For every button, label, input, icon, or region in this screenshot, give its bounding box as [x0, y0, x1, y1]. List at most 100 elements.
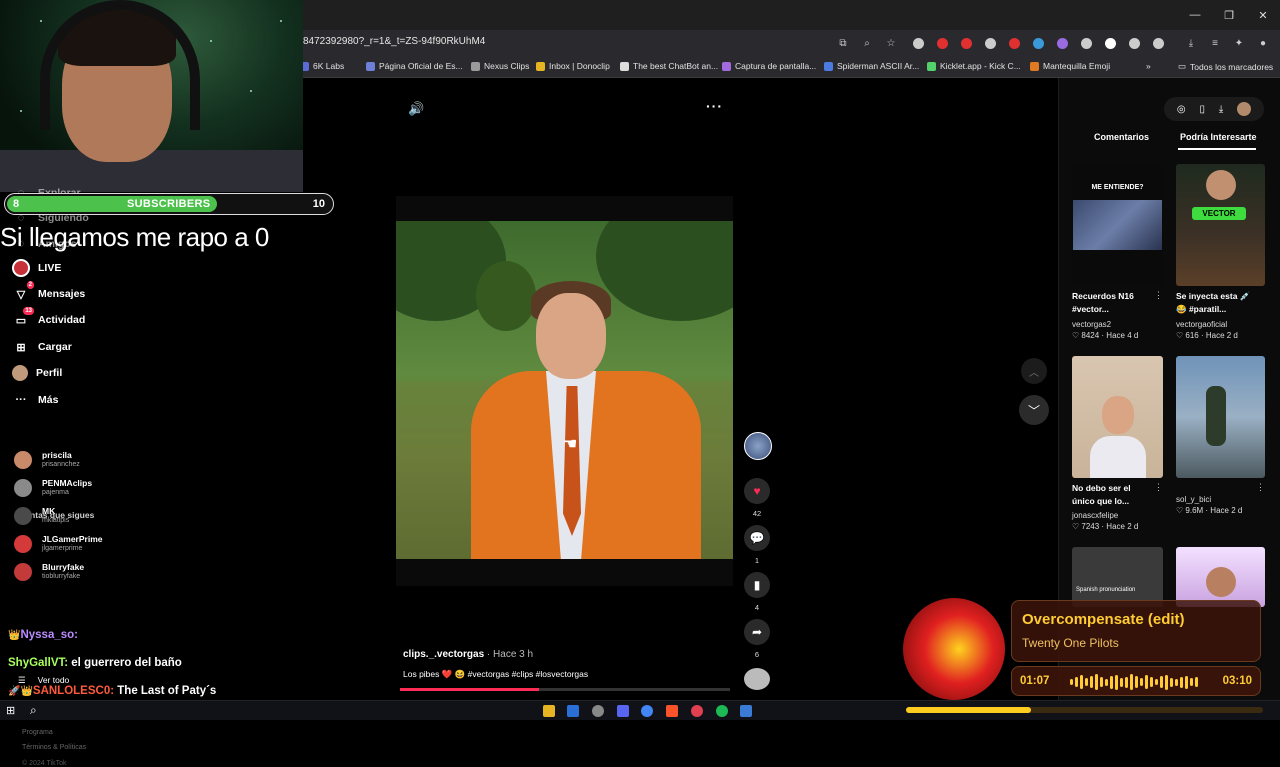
profile-icon[interactable]: ●: [1254, 34, 1272, 52]
bookmark-item[interactable]: Captura de pantalla...: [722, 61, 816, 71]
restore-icon[interactable]: ❐: [1212, 0, 1246, 30]
bookmark-item[interactable]: Spiderman ASCII Ar...: [824, 61, 919, 71]
all-bookmarks[interactable]: ▭ Todos los marcadores: [1178, 61, 1273, 72]
rec-video-3-more-icon[interactable]: ⋮: [1154, 482, 1163, 493]
steam-icon[interactable]: [567, 705, 579, 717]
rec-video-2-user[interactable]: vectorgaoficial: [1176, 320, 1227, 329]
bookmark-item[interactable]: Mantequilla Emoji: [1030, 61, 1110, 71]
extension-icon[interactable]: [1004, 34, 1025, 52]
following-account[interactable]: JLGamerPrime jlgamerprime: [14, 534, 102, 553]
bookmark-item[interactable]: 6K Labs: [300, 61, 344, 71]
save-button[interactable]: ▮: [744, 572, 770, 598]
chevron-up-icon: ︿: [1029, 367, 1039, 379]
discord-icon[interactable]: [617, 705, 629, 717]
rec-video-4-more-icon[interactable]: ⋮: [1256, 482, 1265, 493]
sidebar-item-mensajes[interactable]: ▽ 2 Mensajes: [12, 281, 85, 303]
rec-video-2-title[interactable]: Se inyecta esta 💉 😂 #paratil...: [1176, 290, 1260, 316]
media-icon[interactable]: [691, 705, 703, 717]
rec-video-3-thumbnail[interactable]: [1072, 356, 1163, 478]
rec-video-3-title[interactable]: No debo ser el único que lo...: [1072, 482, 1152, 508]
puzzle-icon[interactable]: [1148, 34, 1169, 52]
waveform-bar: [1175, 678, 1178, 686]
spotify-icon[interactable]: [716, 705, 728, 717]
account-handle: tioblurryfake: [42, 573, 81, 580]
following-account[interactable]: Blurryfake tioblurryfake: [14, 562, 84, 581]
music-disc[interactable]: [744, 668, 770, 690]
minimize-icon[interactable]: —: [1178, 0, 1212, 30]
extension-icon[interactable]: [932, 34, 953, 52]
footer-terms[interactable]: Términos & Políticas: [22, 744, 86, 751]
bookmarks-overflow-icon[interactable]: »: [1146, 61, 1151, 71]
rec-video-2-thumbnail[interactable]: VECTOR: [1176, 164, 1265, 286]
compass-icon[interactable]: ◎: [1177, 104, 1186, 115]
extension-icon[interactable]: [1028, 34, 1049, 52]
rec-video-4-thumbnail[interactable]: [1176, 356, 1265, 478]
following-account[interactable]: priscila prisannchez: [14, 450, 80, 469]
app-icon[interactable]: [592, 705, 604, 717]
bookmark-star-icon[interactable]: ☆: [882, 34, 900, 52]
adblock-icon[interactable]: [956, 34, 977, 52]
footer-program[interactable]: Programa: [22, 729, 53, 736]
video-progress[interactable]: [400, 688, 730, 691]
rec-video-1-more-icon[interactable]: ⋮: [1154, 290, 1163, 301]
rec-video-1-title[interactable]: Recuerdos N16 #vector...: [1072, 290, 1152, 316]
chrome-icon[interactable]: [641, 705, 653, 717]
sidebar-item-más[interactable]: ··· Más: [12, 391, 59, 409]
author-avatar[interactable]: [744, 432, 772, 460]
bookmark-item[interactable]: Inbox | Donoclip: [536, 61, 610, 71]
following-account[interactable]: MK mkiatipis: [14, 506, 69, 525]
all-bookmarks-label: Todos los marcadores: [1190, 61, 1274, 72]
sidebar-item-cargar[interactable]: ⊞ Cargar: [12, 338, 71, 356]
more-options-icon[interactable]: ···: [706, 98, 723, 114]
tab-comments[interactable]: Comentarios: [1094, 132, 1149, 142]
following-account[interactable]: PENMAclips pajenma: [14, 478, 92, 497]
like-button[interactable]: ♥: [744, 478, 770, 504]
extension-icon[interactable]: [1100, 34, 1121, 52]
extension-icon[interactable]: [1052, 34, 1073, 52]
next-video-button[interactable]: ﹀: [1019, 395, 1049, 425]
puzzle-icon[interactable]: ✦: [1230, 34, 1248, 52]
phone-icon[interactable]: ▯: [1199, 104, 1205, 115]
thumb-badge: VECTOR: [1192, 207, 1246, 220]
video-author[interactable]: clips._.vectorgas · Hace 3 h: [403, 649, 533, 660]
bookmark-favicon-icon: [824, 61, 833, 71]
bookmark-item[interactable]: Nexus Clips: [471, 61, 529, 71]
download-icon[interactable]: ⤓: [1219, 104, 1223, 115]
rec-video-3-user[interactable]: jonascxfelipe: [1072, 511, 1118, 520]
volume-icon[interactable]: 🔊: [408, 101, 424, 117]
comment-button[interactable]: 💬: [744, 525, 770, 551]
extension-icon[interactable]: [980, 34, 1001, 52]
sidebar-item-live[interactable]: LIVE: [12, 259, 61, 277]
install-app-icon[interactable]: ⧉: [834, 34, 852, 52]
download-icon[interactable]: ⤓: [1182, 34, 1200, 52]
address-bar[interactable]: 8472392980?_r=1&_t=ZS-94f90RkUhM4: [303, 36, 485, 47]
brave-icon[interactable]: [666, 705, 678, 717]
tab-recommended[interactable]: Podría Interesarte: [1180, 132, 1257, 142]
extension-icon[interactable]: [908, 34, 929, 52]
media-control-icon[interactable]: ≡: [1206, 34, 1224, 52]
rec-video-1-thumbnail[interactable]: ME ENTIENDE?: [1072, 164, 1163, 286]
bookmark-item[interactable]: Kicklet.app - Kick C...: [927, 61, 1021, 71]
bookmark-favicon-icon: [620, 61, 629, 71]
sidebar-item-perfil[interactable]: Perfil: [12, 365, 62, 381]
search-icon[interactable]: ⌕: [30, 703, 37, 718]
windows-start-icon[interactable]: ⊞: [6, 704, 15, 717]
bookmark-item[interactable]: The best ChatBot an...: [620, 61, 718, 71]
close-icon[interactable]: ✕: [1246, 0, 1280, 30]
account-handle: mkiatipis: [42, 517, 70, 524]
share-button[interactable]: ➦: [744, 619, 770, 645]
video-frame[interactable]: [396, 221, 733, 559]
account-handle: pajenma: [42, 489, 69, 496]
app2-icon[interactable]: [740, 705, 752, 717]
sidebar-item-label: Perfil: [36, 367, 63, 379]
bookmark-item[interactable]: Página Oficial de Es...: [366, 61, 463, 71]
zoom-icon[interactable]: ⌕: [858, 34, 876, 52]
extension-icon[interactable]: [1124, 34, 1145, 52]
user-avatar-icon[interactable]: [1237, 102, 1252, 116]
previous-video-button[interactable]: ︿: [1021, 358, 1047, 384]
rec-video-4-user[interactable]: sol_y_bici: [1176, 495, 1211, 504]
rec-video-1-user[interactable]: vectorgas2: [1072, 320, 1111, 329]
sidebar-item-actividad[interactable]: ▭ 13 Actividad: [12, 307, 85, 329]
file-explorer-icon[interactable]: [543, 705, 555, 717]
extension-icon[interactable]: [1076, 34, 1097, 52]
